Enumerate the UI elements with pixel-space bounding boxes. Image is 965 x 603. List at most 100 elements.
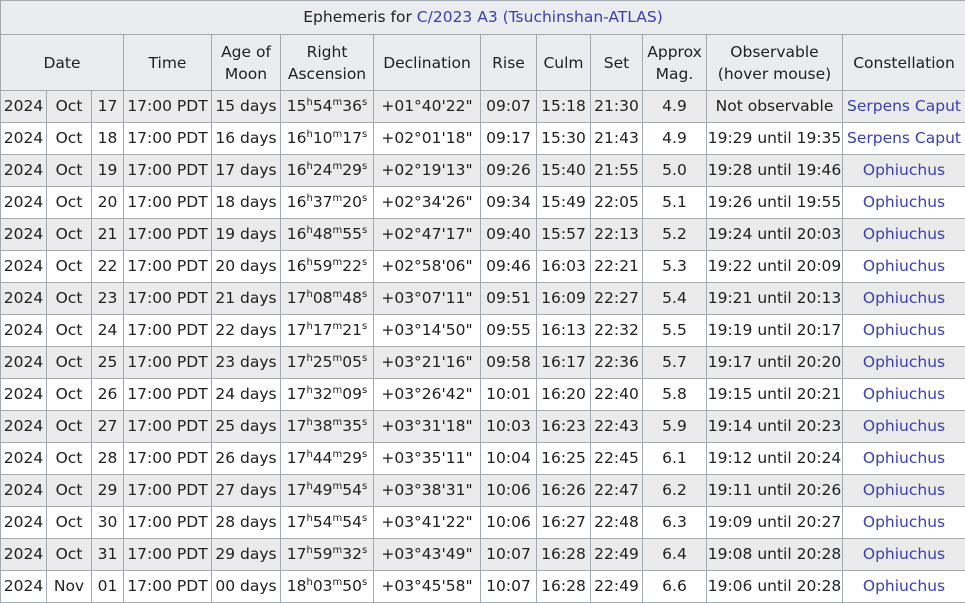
cell-observable[interactable]: 19:17 until 20:20 xyxy=(707,347,843,379)
cell-set: 22:36 xyxy=(591,347,643,379)
constellation-link[interactable]: Ophiuchus xyxy=(863,257,945,275)
ra-h-value: 17 xyxy=(287,545,307,563)
cell-observable[interactable]: 19:21 until 20:13 xyxy=(707,283,843,315)
cell-year: 2024 xyxy=(1,347,47,379)
cell-year: 2024 xyxy=(1,379,47,411)
cell-age: 15 days xyxy=(212,91,281,123)
cell-culm: 16:23 xyxy=(537,411,591,443)
ephemeris-table: Ephemeris for C/2023 A3 (Tsuchinshan-ATL… xyxy=(0,0,965,603)
ra-m-unit: m xyxy=(333,385,343,396)
cell-month: Oct xyxy=(47,539,92,571)
constellation-link[interactable]: Ophiuchus xyxy=(863,449,945,467)
cell-month: Oct xyxy=(47,91,92,123)
cell-day: 28 xyxy=(92,443,124,475)
constellation-link[interactable]: Ophiuchus xyxy=(863,545,945,563)
ra-s-unit: s xyxy=(362,481,367,492)
ra-m-value: 38 xyxy=(313,417,333,435)
constellation-link[interactable]: Ophiuchus xyxy=(863,513,945,531)
constellation-link[interactable]: Ophiuchus xyxy=(863,193,945,211)
cell-year: 2024 xyxy=(1,251,47,283)
cell-observable[interactable]: 19:12 until 20:24 xyxy=(707,443,843,475)
cell-observable[interactable]: 19:15 until 20:21 xyxy=(707,379,843,411)
cell-rise: 09:17 xyxy=(481,123,537,155)
cell-ra: 17h38m35s xyxy=(281,411,374,443)
cell-observable[interactable]: 19:24 until 20:03 xyxy=(707,219,843,251)
cell-ra: 17h54m54s xyxy=(281,507,374,539)
ra-m-value: 08 xyxy=(313,289,333,307)
constellation-link[interactable]: Ophiuchus xyxy=(863,161,945,179)
cell-observable[interactable]: 19:14 until 20:23 xyxy=(707,411,843,443)
cell-constellation: Ophiuchus xyxy=(843,347,965,379)
ra-s-value: 36 xyxy=(342,97,362,115)
ra-s-value: 54 xyxy=(342,513,362,531)
constellation-link[interactable]: Ophiuchus xyxy=(863,481,945,499)
ra-h-value: 17 xyxy=(287,321,307,339)
cell-rise: 09:26 xyxy=(481,155,537,187)
cell-year: 2024 xyxy=(1,475,47,507)
table-row: 2024Oct1717:00 PDT15 days15h54m36s+01°40… xyxy=(1,91,965,123)
cell-mag: 4.9 xyxy=(643,91,707,123)
constellation-link[interactable]: Ophiuchus xyxy=(863,417,945,435)
header-mag-line1: Approx xyxy=(647,43,702,61)
cell-age: 18 days xyxy=(212,187,281,219)
ra-m-value: 24 xyxy=(313,161,333,179)
ra-s-value: 22 xyxy=(342,257,362,275)
cell-observable[interactable]: Not observable xyxy=(707,91,843,123)
cell-month: Oct xyxy=(47,155,92,187)
cell-declination: +03°35'11" xyxy=(374,443,481,475)
cell-set: 22:27 xyxy=(591,283,643,315)
cell-rise: 10:06 xyxy=(481,507,537,539)
cell-observable[interactable]: 19:06 until 20:28 xyxy=(707,571,843,603)
ra-s-unit: s xyxy=(362,257,367,268)
cell-observable[interactable]: 19:29 until 19:35 xyxy=(707,123,843,155)
cell-observable[interactable]: 19:08 until 20:28 xyxy=(707,539,843,571)
ra-m-unit: m xyxy=(333,577,343,588)
comet-link[interactable]: C/2023 A3 (Tsuchinshan-ATLAS) xyxy=(417,8,663,26)
cell-age: 24 days xyxy=(212,379,281,411)
cell-culm: 16:25 xyxy=(537,443,591,475)
ra-m-value: 59 xyxy=(313,545,333,563)
cell-set: 22:05 xyxy=(591,187,643,219)
ra-s-value: 32 xyxy=(342,545,362,563)
ra-s-unit: s xyxy=(362,385,367,396)
ra-s-unit: s xyxy=(362,449,367,460)
cell-observable[interactable]: 19:28 until 19:46 xyxy=(707,155,843,187)
ra-m-value: 48 xyxy=(313,225,333,243)
header-time: Time xyxy=(124,35,212,91)
constellation-link[interactable]: Ophiuchus xyxy=(863,321,945,339)
ra-s-unit: s xyxy=(362,321,367,332)
cell-observable[interactable]: 19:19 until 20:17 xyxy=(707,315,843,347)
ra-h-value: 17 xyxy=(287,417,307,435)
table-row: 2024Oct3017:00 PDT28 days17h54m54s+03°41… xyxy=(1,507,965,539)
ra-m-value: 03 xyxy=(313,577,333,595)
constellation-link[interactable]: Ophiuchus xyxy=(863,385,945,403)
cell-constellation: Ophiuchus xyxy=(843,251,965,283)
cell-mag: 5.1 xyxy=(643,187,707,219)
constellation-link[interactable]: Ophiuchus xyxy=(863,577,945,595)
constellation-link[interactable]: Ophiuchus xyxy=(863,353,945,371)
cell-observable[interactable]: 19:22 until 20:09 xyxy=(707,251,843,283)
cell-observable[interactable]: 19:09 until 20:27 xyxy=(707,507,843,539)
cell-month: Oct xyxy=(47,187,92,219)
cell-constellation: Ophiuchus xyxy=(843,475,965,507)
cell-month: Oct xyxy=(47,251,92,283)
constellation-link[interactable]: Ophiuchus xyxy=(863,225,945,243)
constellation-link[interactable]: Serpens Caput xyxy=(847,97,961,115)
cell-day: 21 xyxy=(92,219,124,251)
cell-age: 20 days xyxy=(212,251,281,283)
cell-time: 17:00 PDT xyxy=(124,315,212,347)
cell-culm: 16:13 xyxy=(537,315,591,347)
cell-day: 17 xyxy=(92,91,124,123)
ra-s-value: 21 xyxy=(342,321,362,339)
constellation-link[interactable]: Ophiuchus xyxy=(863,289,945,307)
cell-observable[interactable]: 19:11 until 20:26 xyxy=(707,475,843,507)
cell-mag: 5.2 xyxy=(643,219,707,251)
cell-observable[interactable]: 19:26 until 19:55 xyxy=(707,187,843,219)
ra-s-unit: s xyxy=(362,417,367,428)
cell-time: 17:00 PDT xyxy=(124,251,212,283)
constellation-link[interactable]: Serpens Caput xyxy=(847,129,961,147)
ra-h-value: 16 xyxy=(287,161,307,179)
cell-culm: 16:27 xyxy=(537,507,591,539)
cell-constellation: Serpens Caput xyxy=(843,91,965,123)
cell-day: 30 xyxy=(92,507,124,539)
